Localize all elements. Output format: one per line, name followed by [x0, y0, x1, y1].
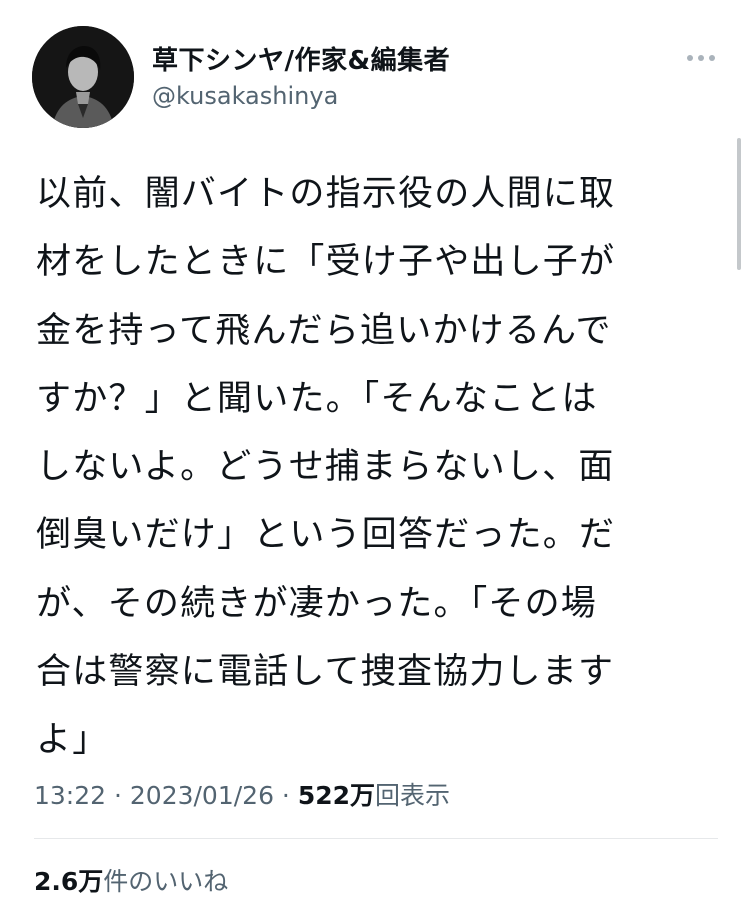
tweet-date[interactable]: 2023/01/26 [130, 781, 274, 810]
profile-photo-icon [32, 26, 134, 128]
scrollbar[interactable] [737, 138, 741, 270]
author-handle[interactable]: @kusakashinya [152, 82, 338, 110]
more-horizontal-icon[interactable] [683, 50, 719, 66]
views-count: 522万 [297, 781, 376, 810]
likes-label: 件のいいね [103, 867, 229, 896]
meta-separator: · [273, 781, 298, 810]
tweet-text: 以前、闇バイトの指示役の人間に取 材をしたときに「受け子や出し子が 金を持って飛… [36, 160, 706, 775]
tweet-text-line: 以前、闇バイトの指示役の人間に取 [36, 174, 616, 214]
likes-stat[interactable]: 2.6万件のいいね [34, 862, 228, 898]
likes-count: 2.6万 [34, 867, 104, 896]
tweet-header: 草下シンヤ/作家&編集者 @kusakashinya [0, 0, 750, 140]
tweet-text-line: 合は警察に電話して捜査協力します [36, 652, 615, 693]
tweet-time[interactable]: 13:22 [34, 781, 106, 810]
author-display-name[interactable]: 草下シンヤ/作家&編集者 [152, 40, 450, 77]
tweet-text-line: すか？」と聞いた。「そんなことは [36, 378, 598, 419]
views-label: 回表示 [375, 781, 451, 810]
meta-separator: · [106, 781, 130, 810]
tweet-text-line: 金を持って飛んだら追いかけるんで [36, 310, 612, 351]
tweet-text-line: しないよ。どうせ捕まらないし、面 [36, 447, 615, 488]
tweet-text-line: が、その続きが凄かった。「その場 [36, 583, 598, 624]
avatar[interactable] [32, 26, 134, 128]
tweet-text-line: 倒臭いだけ」という回答だった。だ [36, 515, 616, 556]
tweet-text-line: 材をしたときに「受け子や出し子が [36, 242, 616, 283]
tweet-meta: 13:22 · 2023/01/26 · 522万回表示 [34, 776, 450, 812]
divider [34, 838, 718, 839]
tweet-text-line: よ」 [36, 720, 109, 761]
